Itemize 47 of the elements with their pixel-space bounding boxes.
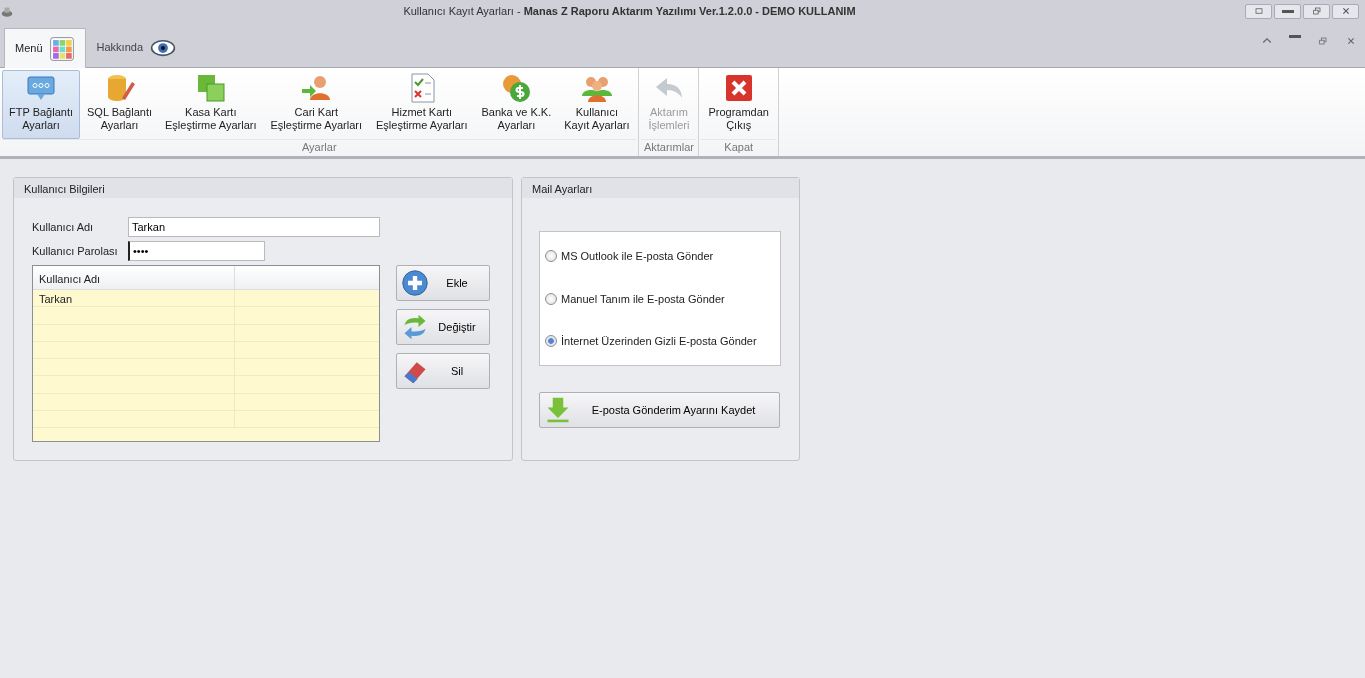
ribbon-button[interactable]: FTP Bağlantı Ayarları [2, 70, 80, 139]
ribbon-button[interactable]: Programdan Çıkış [701, 70, 776, 139]
ribbon-button[interactable]: Banka ve K.K. Ayarları [474, 70, 558, 139]
radio-button[interactable] [545, 250, 557, 263]
group-label: Ayarlar [2, 139, 637, 156]
window-title: Kullanıcı Kayıt Ayarları - Manas Z Raporu Aktarım Yazılımı Ver.1.2.0.0 - DEMO KULLANIM [402, 3, 857, 19]
field-label: Kullanıcı Adı [32, 219, 95, 235]
text-field[interactable]: Tarkan [128, 217, 380, 237]
minimize-button[interactable] [1274, 3, 1301, 19]
fullscreen-button[interactable] [1245, 3, 1272, 19]
group-label: Aktarımlar [641, 139, 697, 156]
radio-option[interactable]: MS Outlook ile E-posta Gönder [545, 248, 775, 265]
radio-button[interactable] [545, 335, 557, 348]
fullscreen-icon [1252, 5, 1265, 17]
group-label: Kapat [701, 139, 776, 156]
radio-button[interactable] [545, 292, 557, 305]
option-label: MS Outlook ile E-posta Gönder [561, 249, 714, 264]
action-button[interactable]: Ekle [396, 265, 490, 301]
ribbon-tab[interactable]: Menü [4, 28, 86, 68]
ribbon-tab[interactable]: Hakkında [85, 27, 188, 67]
ribbon-button[interactable]: Cari Kart Eşleştirme Ayarları [263, 70, 370, 139]
option-label: İnternet Üzerinden Gizli E-posta Gönder [561, 334, 757, 349]
column-header: Kullanıcı Adı [33, 266, 235, 289]
option-label: Manuel Tanım ile E-posta Gönder [561, 291, 725, 307]
coins-icon [500, 72, 533, 104]
table-cell: Tarkan [33, 290, 235, 307]
restore-icon [1310, 5, 1323, 17]
password-field[interactable]: •••• [128, 241, 265, 261]
radio-option[interactable]: İnternet Üzerinden Gizli E-posta Gönder [545, 333, 775, 350]
ribbon-button[interactable]: Kullanıcı Kayıt Ayarları [557, 70, 637, 139]
close-button[interactable] [1332, 3, 1359, 19]
radio-option[interactable]: Manuel Tanım ile E-posta Gönder [545, 290, 775, 307]
save-button[interactable]: E-posta Gönderim Ayarını Kaydet [539, 392, 780, 428]
restore-icon[interactable] [1317, 34, 1329, 47]
field-label: Kullanıcı Parolası [32, 243, 119, 259]
ribbon-button[interactable]: SQL Bağlantı Ayarları [80, 70, 159, 139]
minimize-icon[interactable] [1289, 34, 1301, 38]
plus-icon [401, 269, 429, 297]
panel-title: Kullanıcı Bilgileri [14, 178, 512, 198]
action-button[interactable]: Değiştir [396, 309, 490, 345]
restore-button[interactable] [1303, 3, 1330, 19]
ribbon-button[interactable]: Hizmet Kartı Eşleştirme Ayarları [369, 70, 475, 139]
ribbon-button[interactable]: Kasa Kartı Eşleştirme Ayarları [158, 70, 264, 139]
action-button[interactable]: Sil [396, 353, 490, 389]
panel-title: Mail Ayarları [522, 178, 799, 198]
grid-icon [48, 35, 75, 62]
minimize-icon [1281, 9, 1294, 13]
